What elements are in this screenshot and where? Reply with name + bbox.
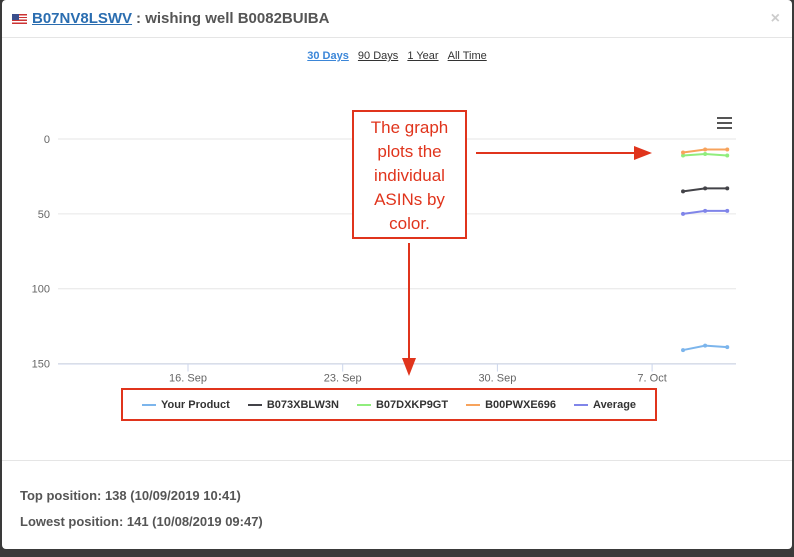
legend-item[interactable]: B00PWXE696	[466, 399, 556, 411]
legend-label: B07DXKP9GT	[375, 398, 449, 411]
data-point	[703, 343, 708, 348]
x-tick-label: 23. Sep	[324, 373, 362, 385]
y-tick-label: 150	[32, 359, 50, 371]
data-point	[703, 208, 708, 213]
data-point	[703, 151, 708, 156]
chart-legend: Your Product B073XBLW3N B07DXKP9GT B00PWXE6…	[123, 390, 655, 419]
data-point	[681, 211, 686, 216]
legend-item[interactable]: Average	[574, 399, 636, 411]
legend-item[interactable]: Your Product	[141, 398, 230, 411]
y-tick-label: 100	[32, 284, 50, 296]
x-tick-label: 7. Oct	[637, 373, 666, 385]
data-point	[725, 186, 730, 191]
data-point	[703, 186, 708, 191]
legend-swatch	[247, 403, 262, 406]
data-point	[725, 345, 730, 350]
rank-chart: 0 50 100 150 16. Sep 23. Sep 30. Sep 7. Oct	[32, 134, 736, 385]
data-point	[725, 208, 730, 213]
chart-menu-button[interactable]	[717, 117, 732, 132]
x-tick-label: 30. Sep	[478, 373, 516, 385]
legend-swatch	[141, 403, 156, 406]
annotation-callout: The graph plots the individual ASINs by …	[352, 110, 467, 239]
y-tick-label: 50	[38, 209, 50, 221]
legend-swatch	[574, 403, 589, 406]
data-point	[681, 189, 686, 194]
legend-item[interactable]: B07DXKP9GT	[356, 398, 449, 411]
data-point	[725, 147, 730, 152]
legend-label: Average	[593, 398, 637, 411]
arrow-head-icon	[634, 146, 652, 160]
legend-swatch	[356, 403, 371, 406]
data-point	[703, 147, 708, 152]
legend-item[interactable]: B073XBLW3N	[247, 398, 339, 411]
x-tick-label: 16. Sep	[169, 373, 207, 385]
legend-label: Your Product	[160, 398, 230, 411]
data-point	[681, 150, 686, 155]
y-tick-label: 0	[44, 134, 50, 146]
data-point	[725, 153, 730, 158]
arrow-head-icon	[402, 358, 416, 376]
legend-label: B00PWXE696	[485, 398, 557, 411]
legend-label: B073XBLW3N	[266, 398, 339, 411]
legend-swatch	[466, 403, 481, 406]
data-point	[681, 348, 686, 353]
legend-annotation-box: Your Product B073XBLW3N B07DXKP9GT B00PWXE6…	[121, 388, 657, 421]
